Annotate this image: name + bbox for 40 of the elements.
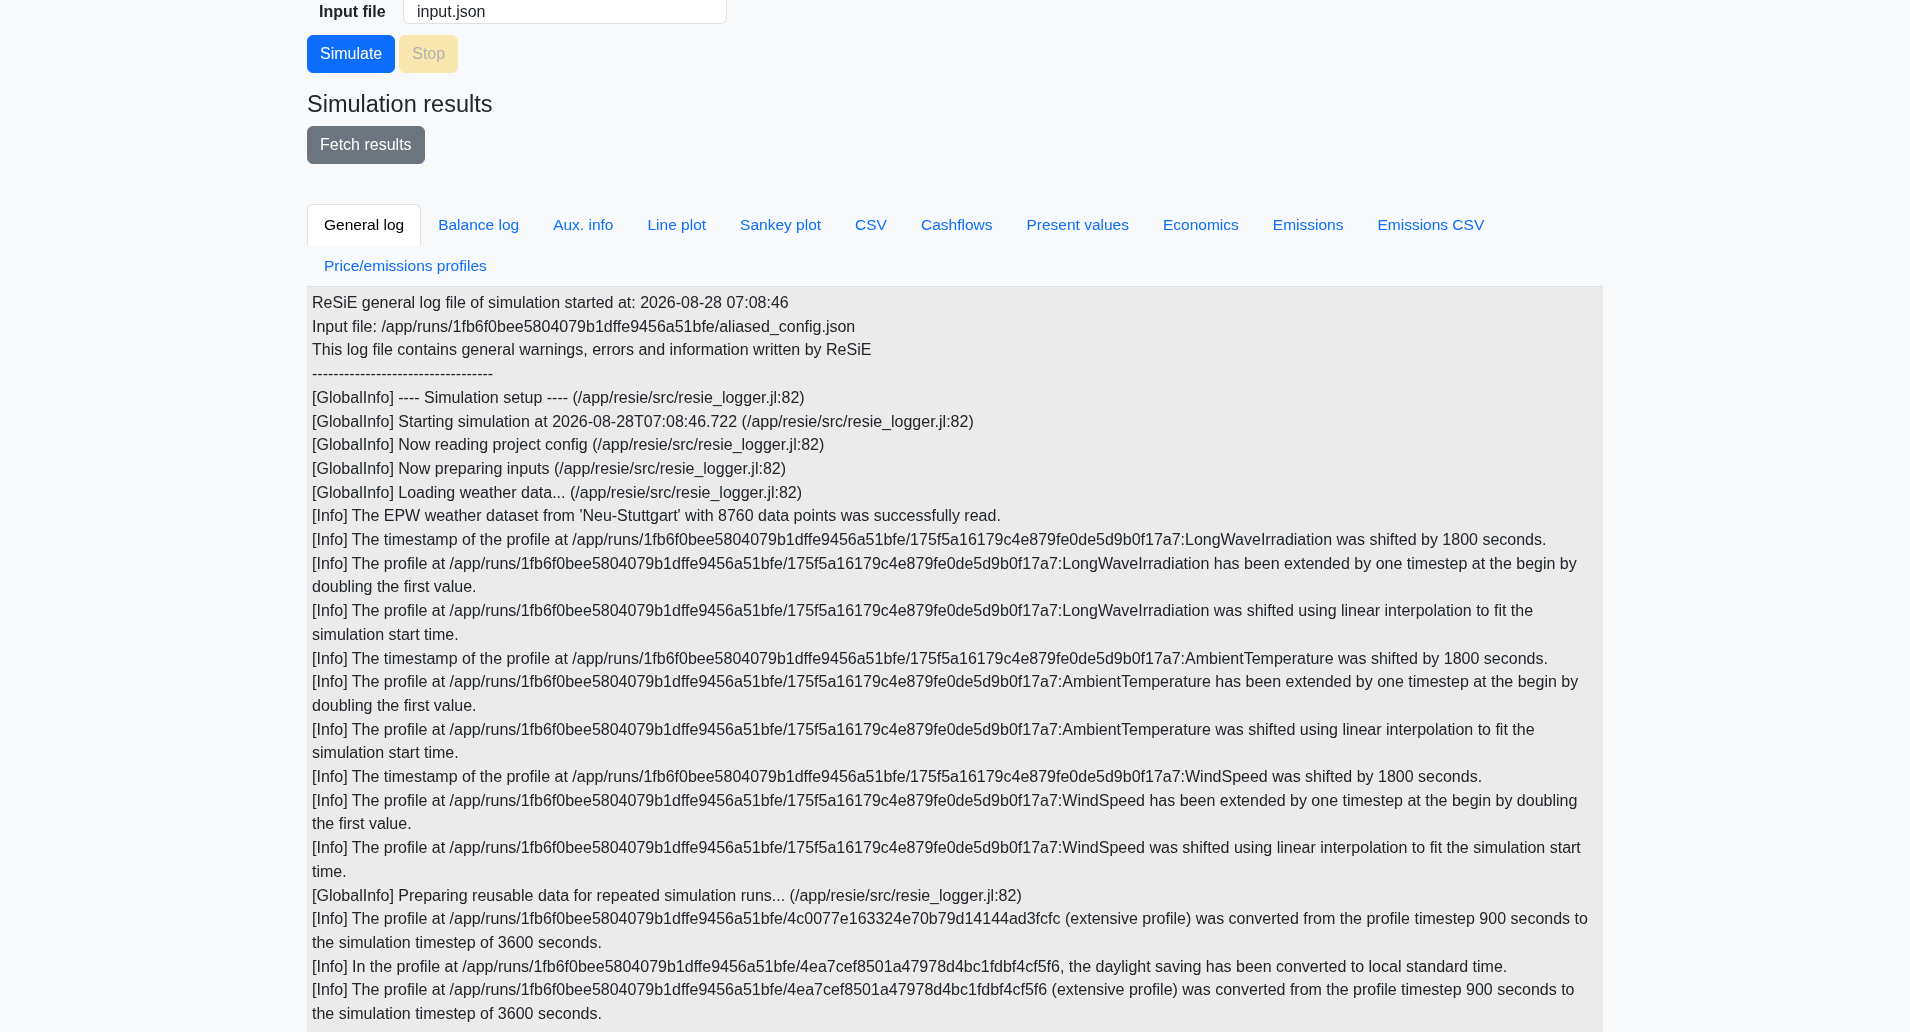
log-line: [GlobalInfo] Loading weather data... (/app/resie/src/resie_logger.jl:82) xyxy=(312,482,804,503)
log-line: [Info] The profile at /app/runs/1fb6f0bee5804079b1dffe9456a51bfe/4c0077e163324e70b79d14144ad3fcfc (extensive profile) was converted from the profile timestep 900 seconds to the simulation timestep of 3600 seconds. xyxy=(312,909,1589,953)
log-line: [GlobalInfo] Now preparing inputs (/app/resie/src/resie_logger.jl:82) xyxy=(312,458,788,479)
input-file-label: Input file xyxy=(318,2,387,22)
tab[interactable]: Emissions xyxy=(1255,204,1361,246)
tab[interactable]: Cashflows xyxy=(903,204,1010,246)
log-line: [Info] The timestamp of the profile at /app/runs/1fb6f0bee5804079b1dffe9456a51bfe/175f5a16179c4e879fe0de5d9b0f17a7:AmbientTemperature was shifted by 1800 seconds. xyxy=(312,648,1549,669)
log-line: [Info] The profile at /app/runs/1fb6f0bee5804079b1dffe9456a51bfe/175f5a16179c4e879fe0de5d9b0f17a7:WindSpeed was shifted using linear interpolation to fit the simulation start time. xyxy=(312,838,1582,882)
log-line: [Info] The profile at /app/runs/1fb6f0bee5804079b1dffe9456a51bfe/175f5a16179c4e879fe0de5d9b0f17a7:AmbientTemperature was shifted using linear interpolation to fit the simulation start time. xyxy=(312,719,1536,764)
tab[interactable]: Present values xyxy=(1009,204,1146,246)
log-line: [Info] The EPW weather dataset from 'Neu-Stuttgart' with 8760 data points was successfully read. xyxy=(312,506,1002,527)
log-line: [Info] The timestamp of the profile at /app/runs/1fb6f0bee5804079b1dffe9456a51bfe/175f5a16179c4e879fe0de5d9b0f17a7:LongWaveIrradiation was shifted by 1800 seconds. xyxy=(312,530,1548,551)
log-line: [GlobalInfo] ---- Simulation setup ---- (/app/resie/src/resie_logger.jl:82) xyxy=(312,387,806,408)
log-line: [GlobalInfo] Starting simulation at 2026-08-28T07:08:46.722 (/app/resie/src/resie_logger.jl:82) xyxy=(312,411,975,432)
tab[interactable]: Line plot xyxy=(630,204,724,246)
log-line: Input file: /app/runs/1fb6f0bee5804079b1dffe9456a51bfe/aliased_config.json xyxy=(312,316,857,337)
input-field[interactable]: input.json xyxy=(403,0,727,24)
log-line: [Info] The profile at /app/runs/1fb6f0bee5804079b1dffe9456a51bfe/175f5a16179c4e879fe0de5d9b0f17a7:LongWaveIrradiation has been extended by one timestep at the begin by doubling the first value. xyxy=(312,553,1578,598)
log-line: ReSiE general log file of simulation started at: 2026-08-28 07:08:46 xyxy=(312,293,790,313)
tab[interactable]: Sankey plot xyxy=(723,204,839,246)
log-line: [Info] The profile at /app/runs/1fb6f0bee5804079b1dffe9456a51bfe/4ea7cef8501a47978d4bc1fdbf4cf5f6 (extensive profile) was converted from the profile timestep 900 seconds to the simulation timestep of 3600 seconds. xyxy=(312,980,1576,1025)
log-line: This log file contains general warnings, errors and information written by ReSiE xyxy=(312,340,873,361)
tab[interactable]: General log xyxy=(307,204,422,246)
simulate-button[interactable]: Simulate xyxy=(307,35,396,73)
log-line: [Info] The profile at /app/runs/1fb6f0bee5804079b1dffe9456a51bfe/175f5a16179c4e879fe0de5d9b0f17a7:WindSpeed has been extended by one timestep at the begin by doubling the first value. xyxy=(312,790,1579,835)
log-line: [Info] The profile at /app/runs/1fb6f0bee5804079b1dffe9456a51bfe/175f5a16179c4e879fe0de5d9b0f17a7:AmbientTemperature has been extended by one timestep at the begin by doubling the first value. xyxy=(312,672,1580,716)
log-line: [GlobalInfo] Preparing reusable data for repeated simulation runs... (/app/resie/src/resie_logger.jl:82) xyxy=(312,885,1023,906)
log-line: [Info] The profile at /app/runs/1fb6f0bee5804079b1dffe9456a51bfe/175f5a16179c4e879fe0de5d9b0f17a7:LongWaveIrradiation was shifted using linear interpolation to fit the simulation start time. xyxy=(312,601,1535,645)
tab[interactable]: Balance log xyxy=(421,204,537,246)
tab[interactable]: Aux. info xyxy=(536,204,631,246)
tab[interactable]: CSV xyxy=(838,204,904,246)
log-line: [GlobalInfo] Now reading project config (/app/resie/src/resie_logger.jl:82) xyxy=(312,435,826,456)
log-line: [Info] In the profile at /app/runs/1fb6f0bee5804079b1dffe9456a51bfe/4ea7cef8501a47978d4bc1fdbf4cf5f6, the daylight saving has been converted to local standard time. xyxy=(312,956,1509,977)
log-line: ---------------------------------- xyxy=(312,364,495,385)
tab[interactable]: Emissions CSV xyxy=(1360,204,1502,246)
section-heading: Simulation results xyxy=(307,90,494,119)
tab[interactable]: Economics xyxy=(1146,204,1256,246)
tab[interactable]: Price/emissions profiles xyxy=(307,245,504,287)
fetch-results-button[interactable]: Fetch results xyxy=(307,126,425,164)
log-line: [Info] The timestamp of the profile at /app/runs/1fb6f0bee5804079b1dffe9456a51bfe/175f5a16179c4e879fe0de5d9b0f17a7:WindSpeed was shifted by 1800 seconds. xyxy=(312,767,1484,788)
